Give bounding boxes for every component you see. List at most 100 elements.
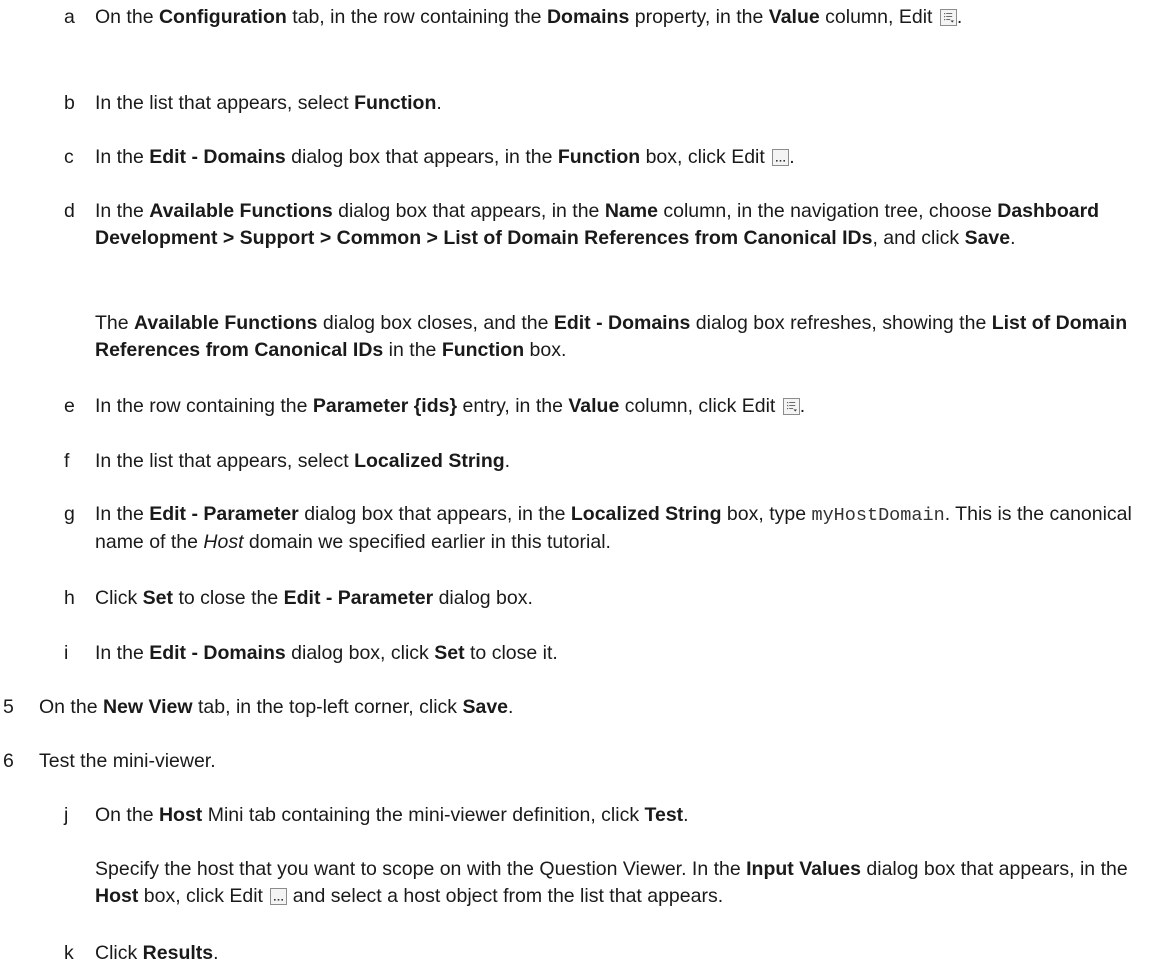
text-run: box, type <box>721 503 812 525</box>
step-label: b <box>64 92 75 114</box>
text-run: In the list that appears, select <box>95 92 355 114</box>
bold-term: Available Functions <box>134 312 318 334</box>
text-run: Mini tab containing the mini-viewer defi… <box>202 804 645 826</box>
text-run: . <box>213 942 219 964</box>
step-text: In the list that appears, select Localiz… <box>95 448 1162 475</box>
step-label: i <box>64 642 69 664</box>
step-label: f <box>64 450 70 472</box>
text-run: dialog box, click <box>285 642 435 664</box>
step-text: On the Host Mini tab containing the mini… <box>95 802 1162 829</box>
bold-term: Configuration <box>158 6 287 28</box>
text-run: dialog box that appears, in the <box>332 200 605 222</box>
bold-term: Host <box>158 804 203 826</box>
step-text: In the row containing the Parameter {ids… <box>95 393 1162 420</box>
step-label: g <box>64 503 75 525</box>
step-text: In the Available Functions dialog box th… <box>95 198 1162 252</box>
bold-term: Function <box>441 339 525 361</box>
text-run: In the <box>95 146 150 168</box>
text-run: On the <box>95 6 159 28</box>
text-run: dialog box. <box>433 587 533 609</box>
bold-term: Localized String <box>354 450 505 472</box>
text-run: column, Edit <box>819 6 938 28</box>
text-run: box, click Edit <box>640 146 771 168</box>
text-run: to close it. <box>464 642 558 664</box>
step-label: k <box>64 942 74 964</box>
step-text: In the Edit - Parameter dialog box that … <box>95 501 1162 556</box>
text-run: In the <box>95 503 150 525</box>
bold-term: Edit - Domains <box>149 642 286 664</box>
step-text: Test the mini-viewer. <box>39 748 1162 775</box>
step-label: h <box>64 587 75 609</box>
list-edit-icon <box>782 398 800 415</box>
bold-term: Localized String <box>570 503 722 525</box>
text-run: column, in the navigation tree, choose <box>657 200 998 222</box>
text-run: dialog box that appears, in the <box>860 858 1128 880</box>
bold-term: Input Values <box>746 858 861 880</box>
step-label: d <box>64 200 75 222</box>
bold-term: Parameter {ids} <box>312 395 458 417</box>
text-run: entry, in the <box>457 395 569 417</box>
text-run: . <box>956 6 963 28</box>
bold-term: Value <box>768 6 820 28</box>
text-run: box, click Edit <box>138 885 269 907</box>
bold-term: Save <box>964 227 1011 249</box>
text-run: On the <box>39 696 103 718</box>
text-run: dialog box refreshes, showing the <box>690 312 992 334</box>
bold-term: Save <box>462 696 509 718</box>
text-run: in the <box>383 339 442 361</box>
text-run: box. <box>524 339 567 361</box>
step-label: a <box>64 6 75 28</box>
bold-term: Set <box>142 587 174 609</box>
text-run: dialog box closes, and the <box>317 312 554 334</box>
text-run: . <box>504 450 511 472</box>
ellipsis-edit-icon <box>270 888 288 905</box>
list-edit-icon <box>939 9 957 26</box>
text-run: In the list that appears, select <box>95 450 355 472</box>
bold-term: Function <box>354 92 437 114</box>
step-text: Click Results. <box>95 940 1162 967</box>
text-run: In the row containing the <box>95 395 313 417</box>
step-text: Click Set to close the Edit - Parameter … <box>95 585 1162 612</box>
step-text: In the Edit - Domains dialog box, click … <box>95 640 1162 667</box>
bold-term: Edit - Domains <box>553 312 691 334</box>
text-run: column, click Edit <box>619 395 781 417</box>
step-label: e <box>64 395 75 417</box>
bold-term: Set <box>434 642 465 664</box>
text-run: Specify the host that you want to scope … <box>95 858 747 880</box>
step-text: On the Configuration tab, in the row con… <box>95 4 1162 31</box>
text-run: . <box>1010 227 1016 249</box>
bold-term: Host <box>95 885 139 907</box>
italic-term: Host <box>203 531 244 553</box>
bold-term: Function <box>557 146 641 168</box>
bold-term: Test <box>644 804 684 826</box>
text-run: dialog box that appears, in the <box>285 146 558 168</box>
step-label: c <box>64 146 74 168</box>
step-text: On the New View tab, in the top-left cor… <box>39 694 1162 721</box>
code-text: myHostDomain <box>811 505 945 526</box>
text-run: property, in the <box>629 6 769 28</box>
text-run: In the <box>95 642 150 664</box>
bold-term: Edit - Parameter <box>149 503 299 525</box>
text-run: . <box>683 804 689 826</box>
text-run: tab, in the row containing the <box>286 6 547 28</box>
step-label: j <box>64 804 69 826</box>
step-j-detail: Specify the host that you want to scope … <box>95 856 1162 910</box>
bold-term: New View <box>102 696 193 718</box>
text-run: domain we specified earlier in this tuto… <box>243 531 611 553</box>
text-run: On the <box>95 804 159 826</box>
step-label: 6 <box>3 750 14 772</box>
text-run: dialog box that appears, in the <box>298 503 571 525</box>
text-run: Test the mini-viewer. <box>39 750 216 772</box>
text-run: The <box>95 312 135 334</box>
text-run: tab, in the top-left corner, click <box>192 696 463 718</box>
bold-term: Available Functions <box>149 200 333 222</box>
text-run: . <box>508 696 514 718</box>
text-run: and select a host object from the list t… <box>287 885 724 907</box>
step-text: In the list that appears, select Functio… <box>95 90 1162 117</box>
bold-term: Edit - Parameter <box>283 587 434 609</box>
bold-term: Name <box>604 200 658 222</box>
text-run: Click <box>95 942 143 964</box>
step-text: In the Edit - Domains dialog box that ap… <box>95 144 1162 171</box>
ellipsis-edit-icon <box>772 149 790 166</box>
step-d-result: The Available Functions dialog box close… <box>95 310 1162 364</box>
